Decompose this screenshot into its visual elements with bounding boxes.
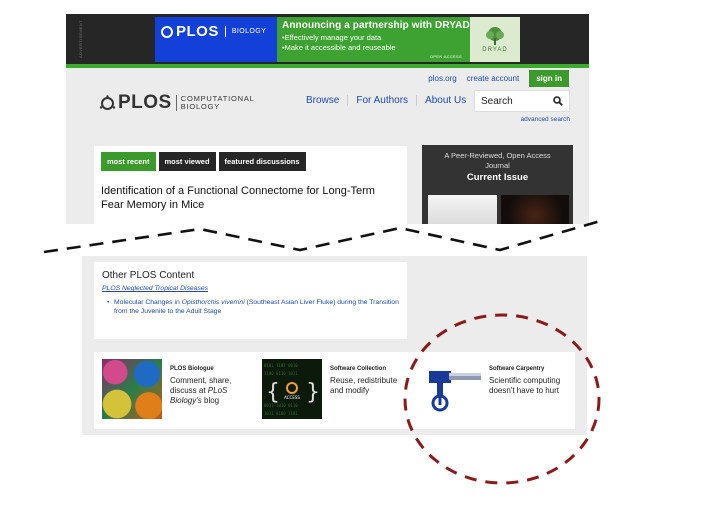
ad-bullet: Effectively manage your data [282, 33, 465, 43]
dryad-logo: DRYAD [470, 17, 520, 62]
plos-biology-logo: PLOS BIOLOGY [161, 23, 266, 40]
tab-most-viewed[interactable]: most viewed [158, 152, 216, 171]
promo-title: PLOS Biologue [170, 366, 214, 372]
main-nav: Browse For Authors About Us [302, 95, 474, 106]
svg-text:0101 1101 0010: 0101 1101 0010 [264, 363, 298, 368]
logo-journal-name: COMPUTATIONAL BIOLOGY [181, 95, 255, 111]
ad-headline: Announcing a partnership with DRYAD [282, 20, 470, 31]
logo-journal-name: BIOLOGY [231, 28, 267, 35]
svg-text:1100 0110 1011: 1100 0110 1011 [264, 371, 298, 376]
banner-bottom-bar [66, 64, 589, 68]
hammer-icon [421, 359, 481, 419]
biologue-thumbnail [102, 359, 162, 419]
advertisement-banner[interactable]: ADVERTISEMENT PLOS BIOLOGY Announcing a … [66, 14, 589, 64]
plos-org-link[interactable]: plos.org [428, 74, 456, 83]
search-icon[interactable] [553, 96, 563, 106]
article-tabs-panel: most recent most viewed featured discuss… [94, 146, 407, 224]
issue-title: Current Issue [466, 172, 529, 183]
nav-for-authors[interactable]: For Authors [347, 95, 416, 106]
bottom-screenshot-fragment: Other PLOS Content PLOS Neglected Tropic… [82, 256, 587, 435]
other-content-item-link[interactable]: Molecular Changes in Opisthorchis viverr… [107, 298, 399, 316]
current-issue-panel[interactable]: A Peer-Reviewed, Open Access Journal Cur… [422, 145, 573, 224]
desc-text: blog [201, 396, 220, 405]
open-access-mark: OPEN ACCESS [430, 54, 462, 59]
plos-logo-icon [99, 94, 116, 110]
logo-separator [175, 95, 177, 111]
tab-row: most recent most viewed featured discuss… [101, 152, 306, 171]
item-italic: Opisthorchis viverrini [181, 299, 245, 306]
other-content-heading: Other PLOS Content [102, 270, 195, 281]
logo-plos-word: PLOS [118, 92, 172, 113]
svg-text:}: } [306, 380, 320, 405]
article-title-link[interactable]: Identification of a Functional Connectom… [101, 184, 391, 212]
plos-computational-biology-logo[interactable]: PLOS COMPUTATIONAL BIOLOGY [99, 92, 255, 114]
tab-featured-discussions[interactable]: featured discussions [218, 152, 306, 171]
promo-title: Software Carpentry [489, 366, 545, 372]
item-text: Molecular Changes in [114, 299, 182, 306]
search-box [474, 90, 570, 112]
nav-browse[interactable]: Browse [302, 95, 347, 106]
logo-plos-word: PLOS [176, 23, 219, 40]
issue-image-right [501, 195, 569, 224]
create-account-link[interactable]: create account [467, 74, 519, 83]
collection-thumb-text: ACCESS [284, 395, 300, 400]
sign-in-button[interactable]: sign in [529, 70, 569, 87]
ntd-journal-link[interactable]: PLOS Neglected Tropical Diseases [102, 285, 399, 292]
tab-most-recent[interactable]: most recent [101, 152, 156, 171]
svg-text:1011 0100 1101: 1011 0100 1101 [264, 411, 298, 416]
nav-about-us[interactable]: About Us [416, 95, 474, 106]
open-access-thumbnail: 0101 1101 0010 1100 0110 1011 0011 1010 … [262, 359, 322, 419]
other-content-list: Molecular Changes in Opisthorchis viverr… [102, 298, 399, 316]
top-screenshot-fragment: ADVERTISEMENT PLOS BIOLOGY Announcing a … [66, 14, 589, 224]
ad-announcement: Announcing a partnership with DRYAD Effe… [277, 17, 470, 62]
svg-text:{: { [266, 380, 280, 405]
search-input[interactable] [481, 95, 551, 107]
ad-plos-biology-block: PLOS BIOLOGY [155, 17, 277, 62]
plos-logo-icon [161, 25, 173, 38]
ad-bullet-list: Effectively manage your data Make it acc… [282, 33, 465, 53]
logo-journal-line2: BIOLOGY [180, 102, 221, 111]
issue-image-left [428, 195, 497, 224]
promo-description: Reuse, redistribute and modify [330, 376, 398, 395]
tree-icon [486, 27, 504, 45]
ad-bullet: Make it accessible and reuseable [282, 43, 465, 53]
logo-separator [224, 26, 226, 37]
promo-description: Comment, share, discuss at PLoS Biology'… [170, 376, 234, 406]
utility-nav: plos.org create account sign in [428, 70, 569, 87]
promo-description: Scientific computing doesn't have to hur… [489, 376, 561, 395]
advanced-search-link[interactable]: advanced search [520, 116, 570, 123]
promo-title: Software Collection [330, 366, 387, 372]
promo-row: PLOS Biologue Comment, share, discuss at… [94, 352, 575, 429]
dryad-word: DRYAD [482, 47, 508, 53]
ad-side-label: ADVERTISEMENT [78, 20, 83, 58]
other-plos-content-panel: Other PLOS Content PLOS Neglected Tropic… [94, 262, 407, 339]
issue-subtitle: A Peer-Reviewed, Open Access Journal [444, 151, 551, 170]
